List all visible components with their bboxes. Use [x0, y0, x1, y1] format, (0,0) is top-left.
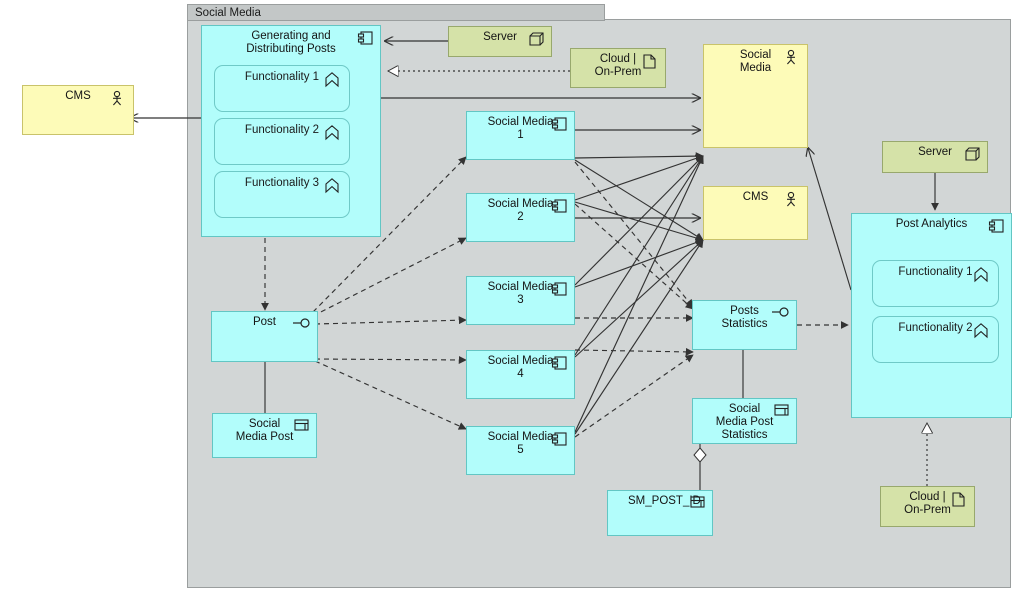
social-media-actor-box[interactable]: Social Media	[703, 44, 808, 148]
diagram-canvas: Social Media Post (vertical dashed) -	[0, 0, 1024, 598]
actor-icon	[785, 49, 801, 65]
component-icon	[988, 219, 1005, 233]
functionality-1-pa[interactable]: Functionality 1	[872, 260, 999, 307]
feature-icon	[325, 125, 341, 141]
feature-icon	[325, 178, 341, 194]
functionality-3-gp[interactable]: Functionality 3	[214, 171, 350, 218]
component-icon	[551, 432, 568, 446]
generating-posts-label: Generating and Distributing Posts	[246, 30, 336, 55]
social-media-post-statistics-table[interactable]: Social Media Post Statistics	[692, 398, 797, 444]
social-media-1-component[interactable]: Social Media 1	[466, 111, 575, 160]
component-icon	[551, 356, 568, 370]
feature-icon	[974, 323, 990, 339]
table-icon	[690, 496, 706, 510]
generating-posts-component[interactable]: Generating and Distributing Posts Functi…	[201, 25, 381, 237]
sm-post-id-table[interactable]: SM_POST_ID	[607, 490, 713, 536]
social-media-4-component[interactable]: Social Media 4	[466, 350, 575, 399]
social-media-3-component[interactable]: Social Media 3	[466, 276, 575, 325]
frame-title: Social Media	[195, 6, 261, 19]
document-icon	[952, 492, 968, 507]
functionality-2-gp[interactable]: Functionality 2	[214, 118, 350, 165]
component-icon	[551, 282, 568, 296]
node-icon	[529, 32, 545, 46]
provided-interface-icon	[293, 317, 313, 331]
functionality-1-gp[interactable]: Functionality 1	[214, 65, 350, 112]
component-icon	[357, 31, 374, 45]
document-icon	[643, 54, 659, 69]
feature-icon	[325, 72, 341, 88]
social-media-2-component[interactable]: Social Media 2	[466, 193, 575, 242]
table-icon	[774, 404, 790, 418]
feature-icon	[974, 267, 990, 283]
functionality-2-pa[interactable]: Functionality 2	[872, 316, 999, 363]
server-top-node[interactable]: Server	[448, 26, 552, 57]
component-icon	[551, 117, 568, 131]
table-icon	[294, 419, 310, 433]
post-analytics-label: Post Analytics	[895, 218, 968, 230]
posts-statistics-component[interactable]: Posts Statistics	[692, 300, 797, 350]
actor-icon	[111, 90, 127, 106]
provided-interface-icon	[772, 306, 792, 320]
social-media-post-table[interactable]: Social Media Post	[212, 413, 317, 458]
component-icon	[551, 199, 568, 213]
cloud-onprem-top-artifact[interactable]: Cloud | On-Prem	[570, 48, 666, 88]
node-icon	[965, 147, 981, 161]
social-media-5-component[interactable]: Social Media 5	[466, 426, 575, 475]
cloud-onprem-bottom-artifact[interactable]: Cloud | On-Prem	[880, 486, 975, 527]
post-component[interactable]: Post	[211, 311, 318, 362]
cms-external-box[interactable]: CMS	[22, 85, 134, 135]
cms-actor-box[interactable]: CMS	[703, 186, 808, 240]
actor-icon	[785, 191, 801, 207]
server-right-node[interactable]: Server	[882, 141, 988, 173]
frame-title-tab: Social Media	[187, 4, 605, 21]
post-analytics-component[interactable]: Post Analytics Functionality 1 Functiona…	[851, 213, 1012, 418]
